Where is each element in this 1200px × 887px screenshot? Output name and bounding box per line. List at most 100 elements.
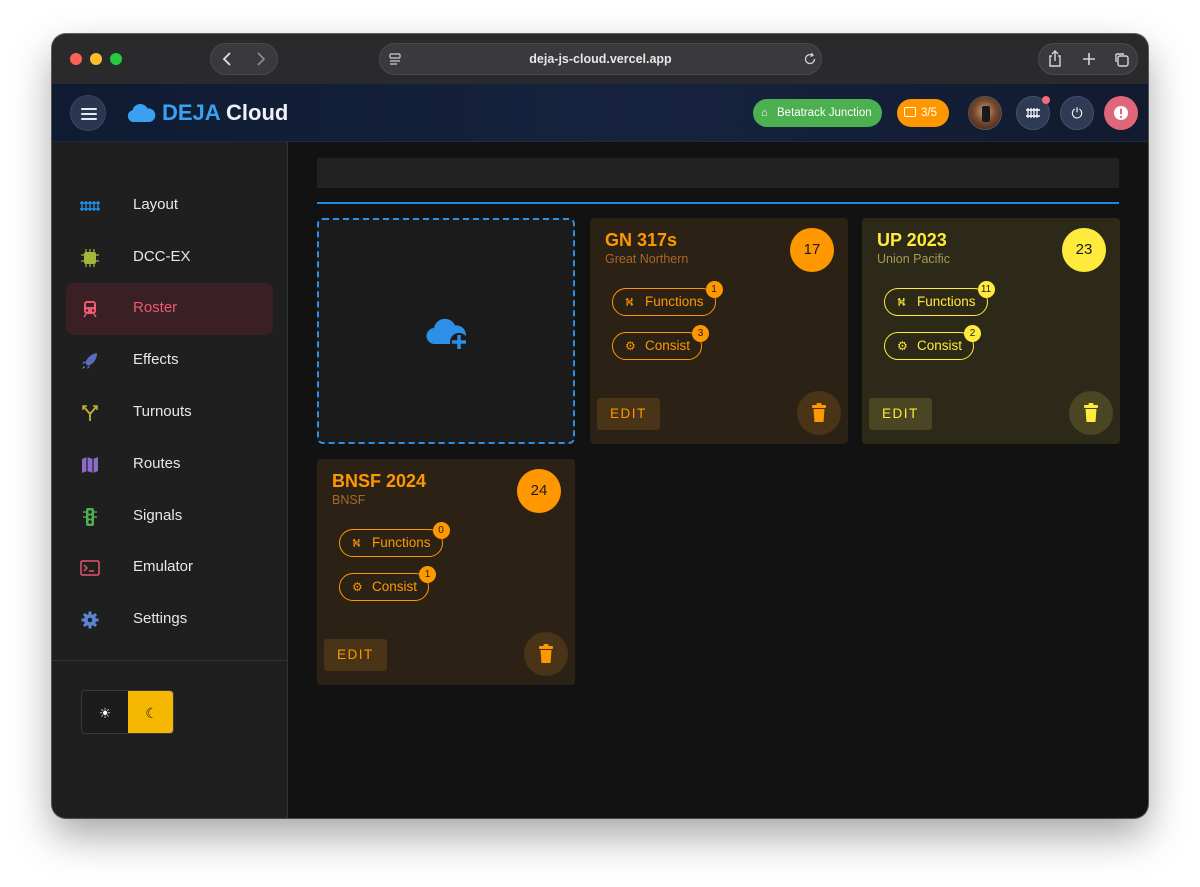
roster-card[interactable]: GN 317s Great Northern 17 ⛕ Functions 1 …	[590, 218, 848, 444]
trash-icon	[812, 403, 826, 422]
light-mode-button[interactable]: ☀	[82, 691, 128, 733]
sidebar-item-roster[interactable]: Roster	[66, 283, 273, 335]
sidebar-item-layout[interactable]: Layout	[66, 180, 273, 232]
sidebar-item-routes[interactable]: Routes	[66, 439, 273, 491]
traffic-light-icon	[83, 508, 97, 526]
section-divider	[317, 202, 1119, 204]
add-locomotive-card[interactable]	[317, 218, 575, 444]
brand-primary: DEJA	[162, 100, 220, 125]
alert-icon	[1104, 104, 1138, 124]
roster-filter-bar[interactable]	[317, 158, 1119, 188]
consist-chip[interactable]: ⚙ Consist 1	[339, 566, 437, 601]
functions-count: 1	[705, 281, 723, 298]
url-text: deja-js-cloud.vercel.app	[529, 52, 672, 66]
functions-label: Functions	[645, 294, 704, 309]
power-button[interactable]: ⏻	[1060, 96, 1094, 130]
loco-name: BNSF 2024	[332, 471, 427, 491]
emergency-stop-button[interactable]	[1104, 96, 1138, 130]
brand-secondary: Cloud	[226, 100, 289, 125]
functions-icon: ⛕	[625, 295, 634, 309]
sidebar-item-label: Layout	[133, 196, 179, 213]
theme-toggle: ☀ ☾	[81, 690, 174, 734]
loco-address-badge: 24	[517, 469, 561, 513]
minimize-window-button[interactable]	[90, 53, 102, 65]
menu-icon	[81, 118, 97, 120]
sidebar: Layout DCC-EX Roster Effects Turnouts Ro…	[52, 142, 288, 818]
reload-icon[interactable]	[803, 52, 817, 70]
sidebar-item-label: Emulator	[133, 558, 194, 575]
sidebar-item-effects[interactable]: Effects	[66, 335, 273, 387]
loco-road-name: Union Pacific	[877, 252, 950, 266]
gears-icon: ⚙	[897, 339, 908, 353]
moon-icon: ☾	[145, 705, 158, 721]
app-header: DEJA Cloud ⌂ Betatrack Junction 3/5 ⏻	[52, 84, 1148, 142]
functions-count: 0	[432, 522, 450, 539]
edit-button[interactable]: EDIT	[597, 398, 660, 430]
trash-icon	[539, 644, 553, 663]
delete-button[interactable]	[1069, 391, 1113, 435]
address-bar[interactable]: deja-js-cloud.vercel.app	[379, 43, 822, 75]
menu-button[interactable]	[70, 95, 106, 131]
cloud-plus-icon	[426, 318, 468, 351]
sidebar-item-dcc-ex[interactable]: DCC-EX	[66, 232, 273, 284]
functions-icon: ⛕	[352, 536, 361, 550]
loco-name: UP 2023	[877, 230, 947, 250]
share-icon[interactable]	[1047, 50, 1063, 72]
dark-mode-button[interactable]: ☾	[128, 691, 173, 733]
layout-selector-chip[interactable]: ⌂ Betatrack Junction	[753, 99, 882, 127]
consist-count: 2	[964, 325, 982, 342]
sidebar-item-signals[interactable]: Signals	[66, 491, 273, 543]
sidebar-item-label: Effects	[133, 351, 179, 368]
delete-button[interactable]	[524, 632, 568, 676]
new-tab-icon[interactable]	[1081, 51, 1097, 71]
consist-label: Consist	[372, 579, 418, 594]
browser-toolbar: deja-js-cloud.vercel.app	[52, 34, 1148, 818]
gears-icon: ⚙	[625, 339, 636, 353]
forward-icon[interactable]	[253, 51, 267, 71]
sidebar-item-label: Routes	[133, 455, 181, 472]
consist-chip[interactable]: ⚙ Consist 3	[612, 325, 710, 360]
throttle-icon	[904, 107, 916, 117]
functions-chip[interactable]: ⛕ Functions 11	[884, 281, 995, 316]
roster-card[interactable]: UP 2023 Union Pacific 23 ⛕ Functions 11 …	[862, 218, 1120, 444]
zoom-window-button[interactable]	[110, 53, 122, 65]
sidebar-item-turnouts[interactable]: Turnouts	[66, 387, 273, 439]
sidebar-item-label: Turnouts	[133, 403, 192, 420]
sidebar-item-settings[interactable]: Settings	[66, 594, 273, 646]
rocket-icon	[82, 353, 97, 369]
gears-icon: ⚙	[352, 580, 363, 594]
throttle-count-chip[interactable]: 3/5	[897, 99, 949, 127]
layout-chip-label: Betatrack Junction	[777, 107, 872, 119]
sidebar-item-emulator[interactable]: Emulator	[66, 542, 273, 594]
functions-label: Functions	[372, 535, 431, 550]
sidebar-item-label: Signals	[133, 507, 183, 524]
functions-icon: ⛕	[897, 295, 906, 309]
functions-chip[interactable]: ⛕ Functions 1	[612, 281, 723, 316]
history-nav	[210, 43, 278, 75]
sun-icon: ☀	[98, 705, 112, 721]
back-icon[interactable]	[221, 51, 235, 71]
functions-label: Functions	[917, 294, 976, 309]
delete-button[interactable]	[797, 391, 841, 435]
menu-icon	[81, 113, 97, 115]
edit-button[interactable]: EDIT	[869, 398, 932, 430]
loco-address-badge: 23	[1062, 228, 1106, 272]
sidebar-item-label: Settings	[133, 610, 188, 627]
avatar[interactable]	[968, 96, 1002, 130]
tab-overview-icon[interactable]	[1113, 51, 1130, 72]
sidebar-divider	[52, 660, 288, 661]
browser-actions	[1038, 43, 1138, 75]
functions-count: 11	[977, 281, 995, 298]
track-icon	[80, 201, 100, 211]
gear-icon	[81, 611, 99, 629]
menu-icon	[81, 108, 97, 110]
functions-chip[interactable]: ⛕ Functions 0	[339, 522, 450, 557]
sidebar-item-label: Roster	[133, 299, 178, 316]
roster-card[interactable]: BNSF 2024 BNSF 24 ⛕ Functions 0 ⚙ Consis…	[317, 459, 575, 685]
close-window-button[interactable]	[70, 53, 82, 65]
loco-road-name: BNSF	[332, 493, 366, 507]
throttle-count-label: 3/5	[921, 107, 937, 119]
edit-button[interactable]: EDIT	[324, 639, 387, 671]
power-icon: ⏻	[1071, 105, 1083, 121]
consist-chip[interactable]: ⚙ Consist 2	[884, 325, 982, 360]
